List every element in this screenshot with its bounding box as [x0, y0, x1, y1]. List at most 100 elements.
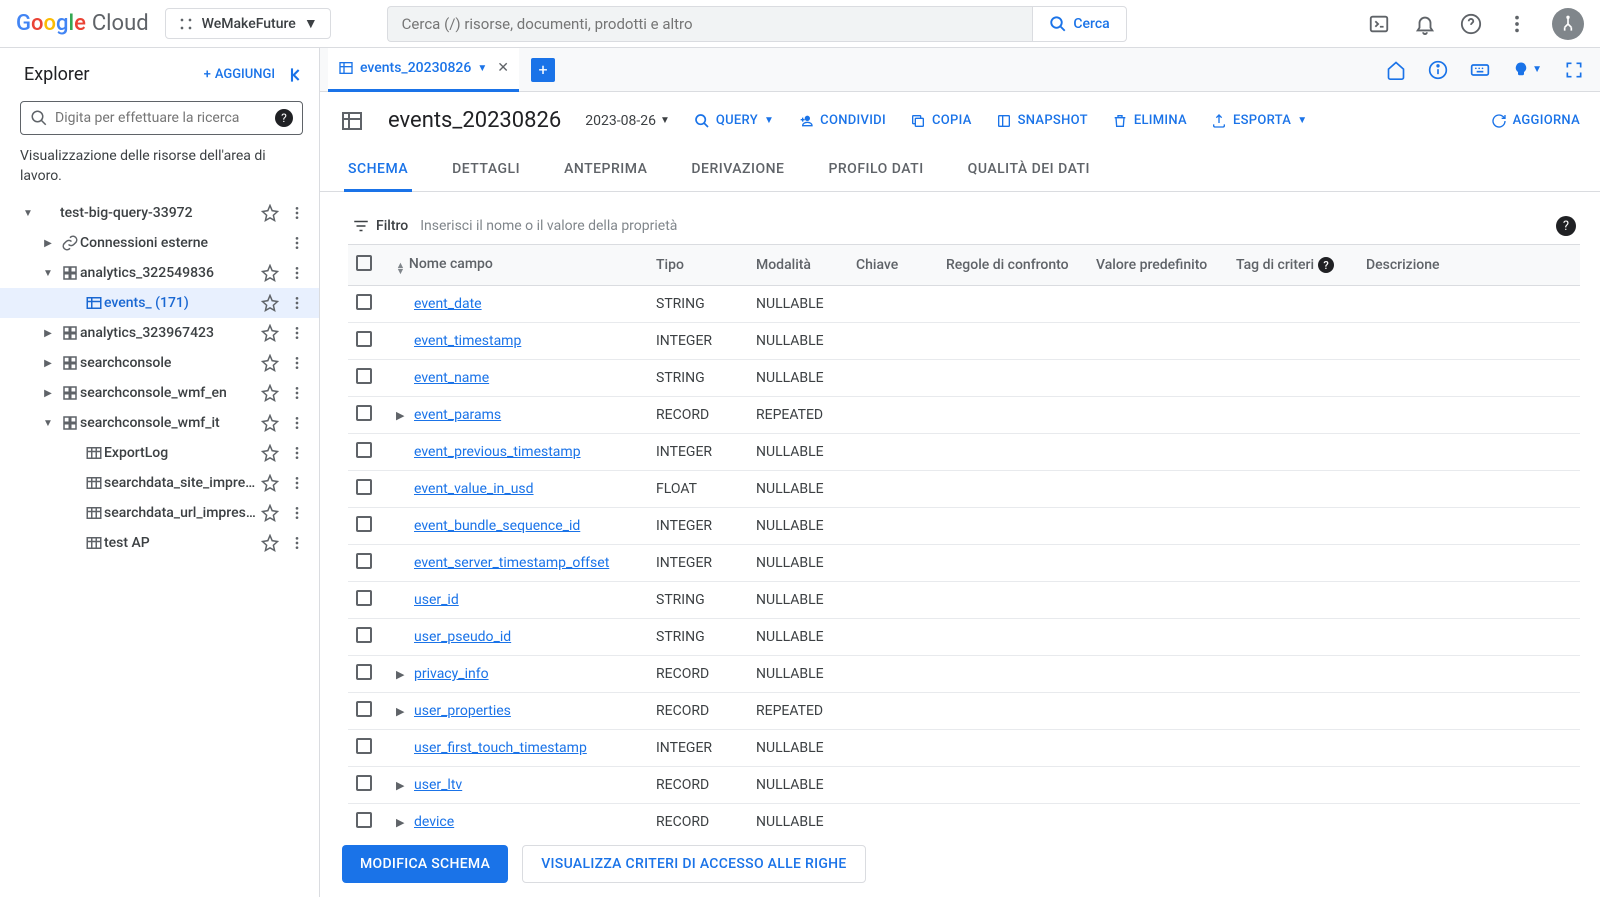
- more-icon[interactable]: [283, 235, 311, 251]
- expand-icon[interactable]: ▼: [36, 418, 60, 429]
- help-icon[interactable]: ?: [1556, 216, 1576, 236]
- more-icon[interactable]: [283, 355, 311, 371]
- more-icon[interactable]: [283, 205, 311, 221]
- refresh-button[interactable]: AGGIORNA: [1491, 113, 1580, 129]
- row-checkbox[interactable]: [356, 368, 372, 384]
- star-icon[interactable]: [261, 354, 279, 372]
- more-icon[interactable]: [283, 445, 311, 461]
- tree-item[interactable]: test AP: [0, 528, 319, 558]
- more-icon[interactable]: [283, 505, 311, 521]
- star-icon[interactable]: [261, 264, 279, 282]
- global-search-input[interactable]: [387, 6, 1033, 42]
- sub-tab[interactable]: SCHEMA: [344, 149, 412, 192]
- expand-icon[interactable]: ▶: [396, 779, 410, 792]
- sub-tab[interactable]: DERIVAZIONE: [687, 149, 788, 191]
- field-name-link[interactable]: privacy_info: [414, 666, 489, 682]
- keyboard-icon[interactable]: [1470, 60, 1490, 80]
- expand-icon[interactable]: ▼: [36, 268, 60, 279]
- tree-item[interactable]: ExportLog: [0, 438, 319, 468]
- more-icon[interactable]: [283, 415, 311, 431]
- field-name-link[interactable]: event_previous_timestamp: [414, 444, 581, 460]
- notifications-icon[interactable]: [1414, 13, 1436, 35]
- tab-events[interactable]: events_20230826 ▼ ✕: [328, 48, 519, 92]
- row-checkbox[interactable]: [356, 627, 372, 643]
- sub-tab[interactable]: PROFILO DATI: [824, 149, 927, 191]
- tree-item[interactable]: ▼analytics_322549836: [0, 258, 319, 288]
- field-name-link[interactable]: device: [414, 814, 454, 830]
- field-name-link[interactable]: event_server_timestamp_offset: [414, 555, 609, 571]
- expand-icon[interactable]: ▶: [36, 328, 60, 339]
- row-checkbox[interactable]: [356, 442, 372, 458]
- tree-item[interactable]: ▶searchconsole: [0, 348, 319, 378]
- star-icon[interactable]: [261, 444, 279, 462]
- expand-icon[interactable]: ▶: [36, 358, 60, 369]
- tree-item[interactable]: searchdata_site_impres...: [0, 468, 319, 498]
- share-button[interactable]: CONDIVIDI: [798, 113, 886, 129]
- star-icon[interactable]: [261, 474, 279, 492]
- export-button[interactable]: ESPORTA ▼: [1211, 113, 1307, 129]
- project-picker[interactable]: WeMakeFuture ▼: [165, 8, 331, 39]
- field-name-link[interactable]: event_timestamp: [414, 333, 521, 349]
- close-icon[interactable]: ✕: [497, 60, 509, 76]
- field-name-link[interactable]: user_id: [414, 592, 459, 608]
- star-icon[interactable]: [261, 414, 279, 432]
- star-icon[interactable]: [261, 324, 279, 342]
- help-icon[interactable]: ?: [275, 109, 293, 127]
- sub-tab[interactable]: ANTEPRIMA: [560, 149, 651, 191]
- tree-item[interactable]: ▶Connessioni esterne: [0, 228, 319, 258]
- add-button[interactable]: + AGGIUNGI: [204, 67, 275, 82]
- sub-tab[interactable]: DETTAGLI: [448, 149, 524, 191]
- edit-schema-button[interactable]: MODIFICA SCHEMA: [342, 845, 508, 883]
- field-name-link[interactable]: event_date: [414, 296, 482, 312]
- field-name-link[interactable]: user_pseudo_id: [414, 629, 511, 645]
- add-tab-button[interactable]: +: [531, 58, 555, 82]
- view-access-button[interactable]: VISUALIZZA CRITERI DI ACCESSO ALLE RIGHE: [522, 845, 865, 883]
- expand-icon[interactable]: ▶: [36, 238, 60, 249]
- sort-icon[interactable]: ▲▼: [396, 263, 405, 275]
- field-name-link[interactable]: event_params: [414, 407, 501, 423]
- avatar[interactable]: [1552, 8, 1584, 40]
- row-checkbox[interactable]: [356, 664, 372, 680]
- star-icon[interactable]: [261, 504, 279, 522]
- select-all-checkbox[interactable]: [356, 255, 372, 271]
- more-icon[interactable]: [1506, 13, 1528, 35]
- tree-item[interactable]: ▶analytics_323967423: [0, 318, 319, 348]
- global-search-button[interactable]: Cerca: [1032, 6, 1126, 42]
- delete-button[interactable]: ELIMINA: [1112, 113, 1187, 129]
- query-button[interactable]: QUERY ▼: [694, 113, 774, 129]
- field-name-link[interactable]: event_name: [414, 370, 489, 386]
- copy-button[interactable]: COPIA: [910, 113, 972, 129]
- date-dropdown[interactable]: 2023-08-26 ▼: [585, 113, 670, 129]
- row-checkbox[interactable]: [356, 812, 372, 828]
- lightbulb-icon[interactable]: ▼: [1512, 60, 1542, 80]
- field-name-link[interactable]: user_ltv: [414, 777, 462, 793]
- more-icon[interactable]: [283, 295, 311, 311]
- expand-icon[interactable]: ▶: [396, 705, 410, 718]
- more-icon[interactable]: [283, 385, 311, 401]
- expand-icon[interactable]: ▼: [16, 208, 40, 219]
- more-icon[interactable]: [283, 325, 311, 341]
- row-checkbox[interactable]: [356, 405, 372, 421]
- star-icon[interactable]: [261, 534, 279, 552]
- collapse-panel-icon[interactable]: [287, 65, 307, 85]
- expand-icon[interactable]: ▶: [396, 409, 410, 422]
- fullscreen-icon[interactable]: [1564, 60, 1584, 80]
- row-checkbox[interactable]: [356, 516, 372, 532]
- more-icon[interactable]: [283, 535, 311, 551]
- field-name-link[interactable]: event_bundle_sequence_id: [414, 518, 580, 534]
- filter-input[interactable]: Inserisci il nome o il valore della prop…: [420, 218, 1544, 234]
- field-name-link[interactable]: user_first_touch_timestamp: [414, 740, 587, 756]
- row-checkbox[interactable]: [356, 331, 372, 347]
- more-icon[interactable]: [283, 475, 311, 491]
- row-checkbox[interactable]: [356, 590, 372, 606]
- info-icon[interactable]: [1428, 60, 1448, 80]
- tree-item[interactable]: events_ (171): [0, 288, 319, 318]
- row-checkbox[interactable]: [356, 701, 372, 717]
- expand-icon[interactable]: ▶: [396, 816, 410, 829]
- sub-tab[interactable]: QUALITÀ DEI DATI: [964, 149, 1094, 191]
- tree-item[interactable]: ▶searchconsole_wmf_en: [0, 378, 319, 408]
- star-icon[interactable]: [261, 384, 279, 402]
- home-icon[interactable]: [1386, 60, 1406, 80]
- expand-icon[interactable]: ▶: [396, 668, 410, 681]
- star-icon[interactable]: [261, 204, 279, 222]
